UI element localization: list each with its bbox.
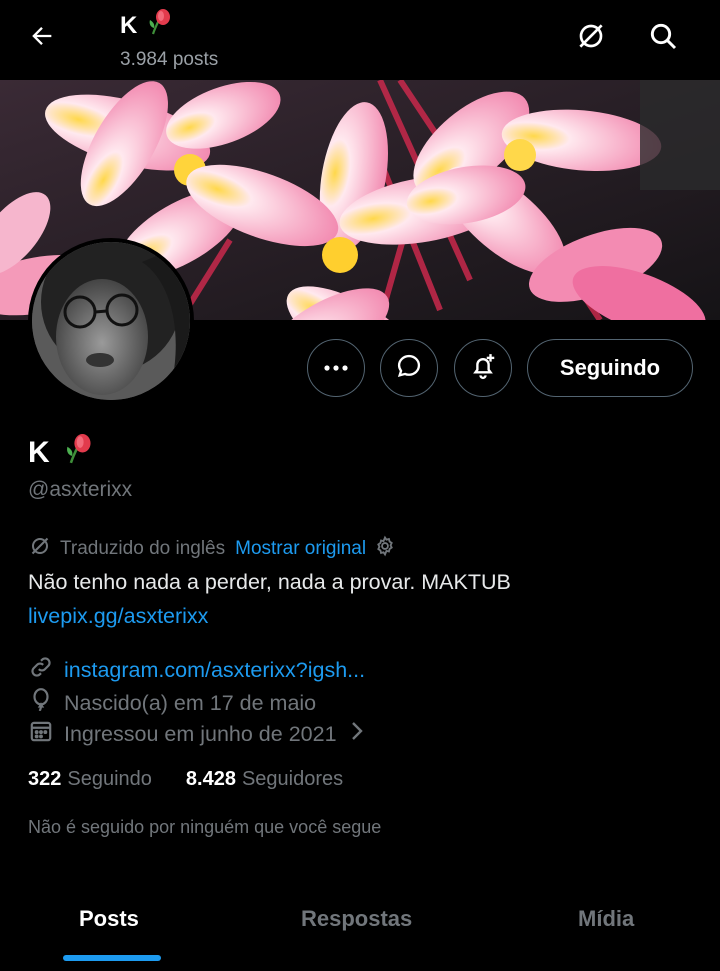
followers-stat[interactable]: 8.428 Seguidores (186, 768, 343, 791)
rose-emoji-icon (64, 432, 94, 474)
link-icon (28, 654, 54, 686)
active-tab-indicator (63, 955, 161, 961)
avatar[interactable] (28, 238, 194, 404)
joined-text: Ingressou em junho de 2021 (64, 721, 337, 746)
website-row: instagram.com/asxterixx?igsh... (28, 654, 365, 686)
back-arrow-icon[interactable] (22, 18, 62, 54)
following-stat[interactable]: 322 Seguindo (28, 768, 152, 791)
bell-plus-icon (468, 351, 498, 386)
profile-handle: @asxterixx (28, 478, 133, 501)
avatar-photo (32, 242, 190, 400)
following-label: Seguindo (67, 768, 152, 790)
followers-count: 8.428 (185, 768, 236, 790)
translate-off-icon[interactable] (573, 18, 609, 54)
more-icon (323, 359, 349, 377)
search-icon[interactable] (645, 18, 681, 54)
follow-stats: 322 Seguindo 8.428 Seguidores (28, 768, 343, 791)
birthday-text: Nascido(a) em 17 de maio (64, 690, 317, 715)
post-count: 3.984 posts (120, 49, 219, 70)
tab-posts[interactable]: Posts (79, 906, 139, 932)
header-title: K 3.984 posts (120, 8, 218, 71)
message-button[interactable] (380, 339, 438, 397)
followers-label: Seguidores (241, 768, 344, 790)
message-icon (395, 352, 423, 385)
rose-emoji-icon (147, 8, 173, 43)
calendar-icon (28, 718, 54, 750)
following-button[interactable]: Seguindo (527, 339, 693, 397)
profile-bio: Não tenho nada a perder, nada a provar. … (28, 570, 511, 594)
following-count: 322 (28, 768, 62, 790)
tab-respostas[interactable]: Respostas (301, 906, 412, 932)
website-link[interactable]: instagram.com/asxterixx?igsh... (64, 658, 365, 683)
notifications-button[interactable] (454, 339, 512, 397)
birthday-row: Nascido(a) em 17 de maio (28, 687, 316, 719)
chevron-right-icon (347, 719, 367, 749)
profile-name: K (28, 436, 50, 469)
show-original-link[interactable]: Mostrar original (235, 538, 366, 560)
joined-row[interactable]: Ingressou em junho de 2021 (28, 718, 367, 750)
header-name: K (120, 11, 138, 39)
not-followed-note: Não é seguido por ninguém que você segue (28, 817, 382, 837)
bio-link[interactable]: livepix.gg/asxterixx (28, 604, 208, 629)
top-bar: K 3.984 posts (0, 0, 720, 80)
more-options-button[interactable] (307, 339, 365, 397)
translate-off-icon (28, 534, 52, 564)
translated-label: Traduzido do inglês (60, 538, 226, 559)
gear-icon[interactable] (374, 535, 396, 563)
balloon-icon (28, 687, 54, 719)
tab-midia[interactable]: Mídia (578, 906, 634, 932)
translation-row: Traduzido do inglês Mostrar original (28, 534, 396, 564)
profile-name-row: K (28, 432, 94, 474)
